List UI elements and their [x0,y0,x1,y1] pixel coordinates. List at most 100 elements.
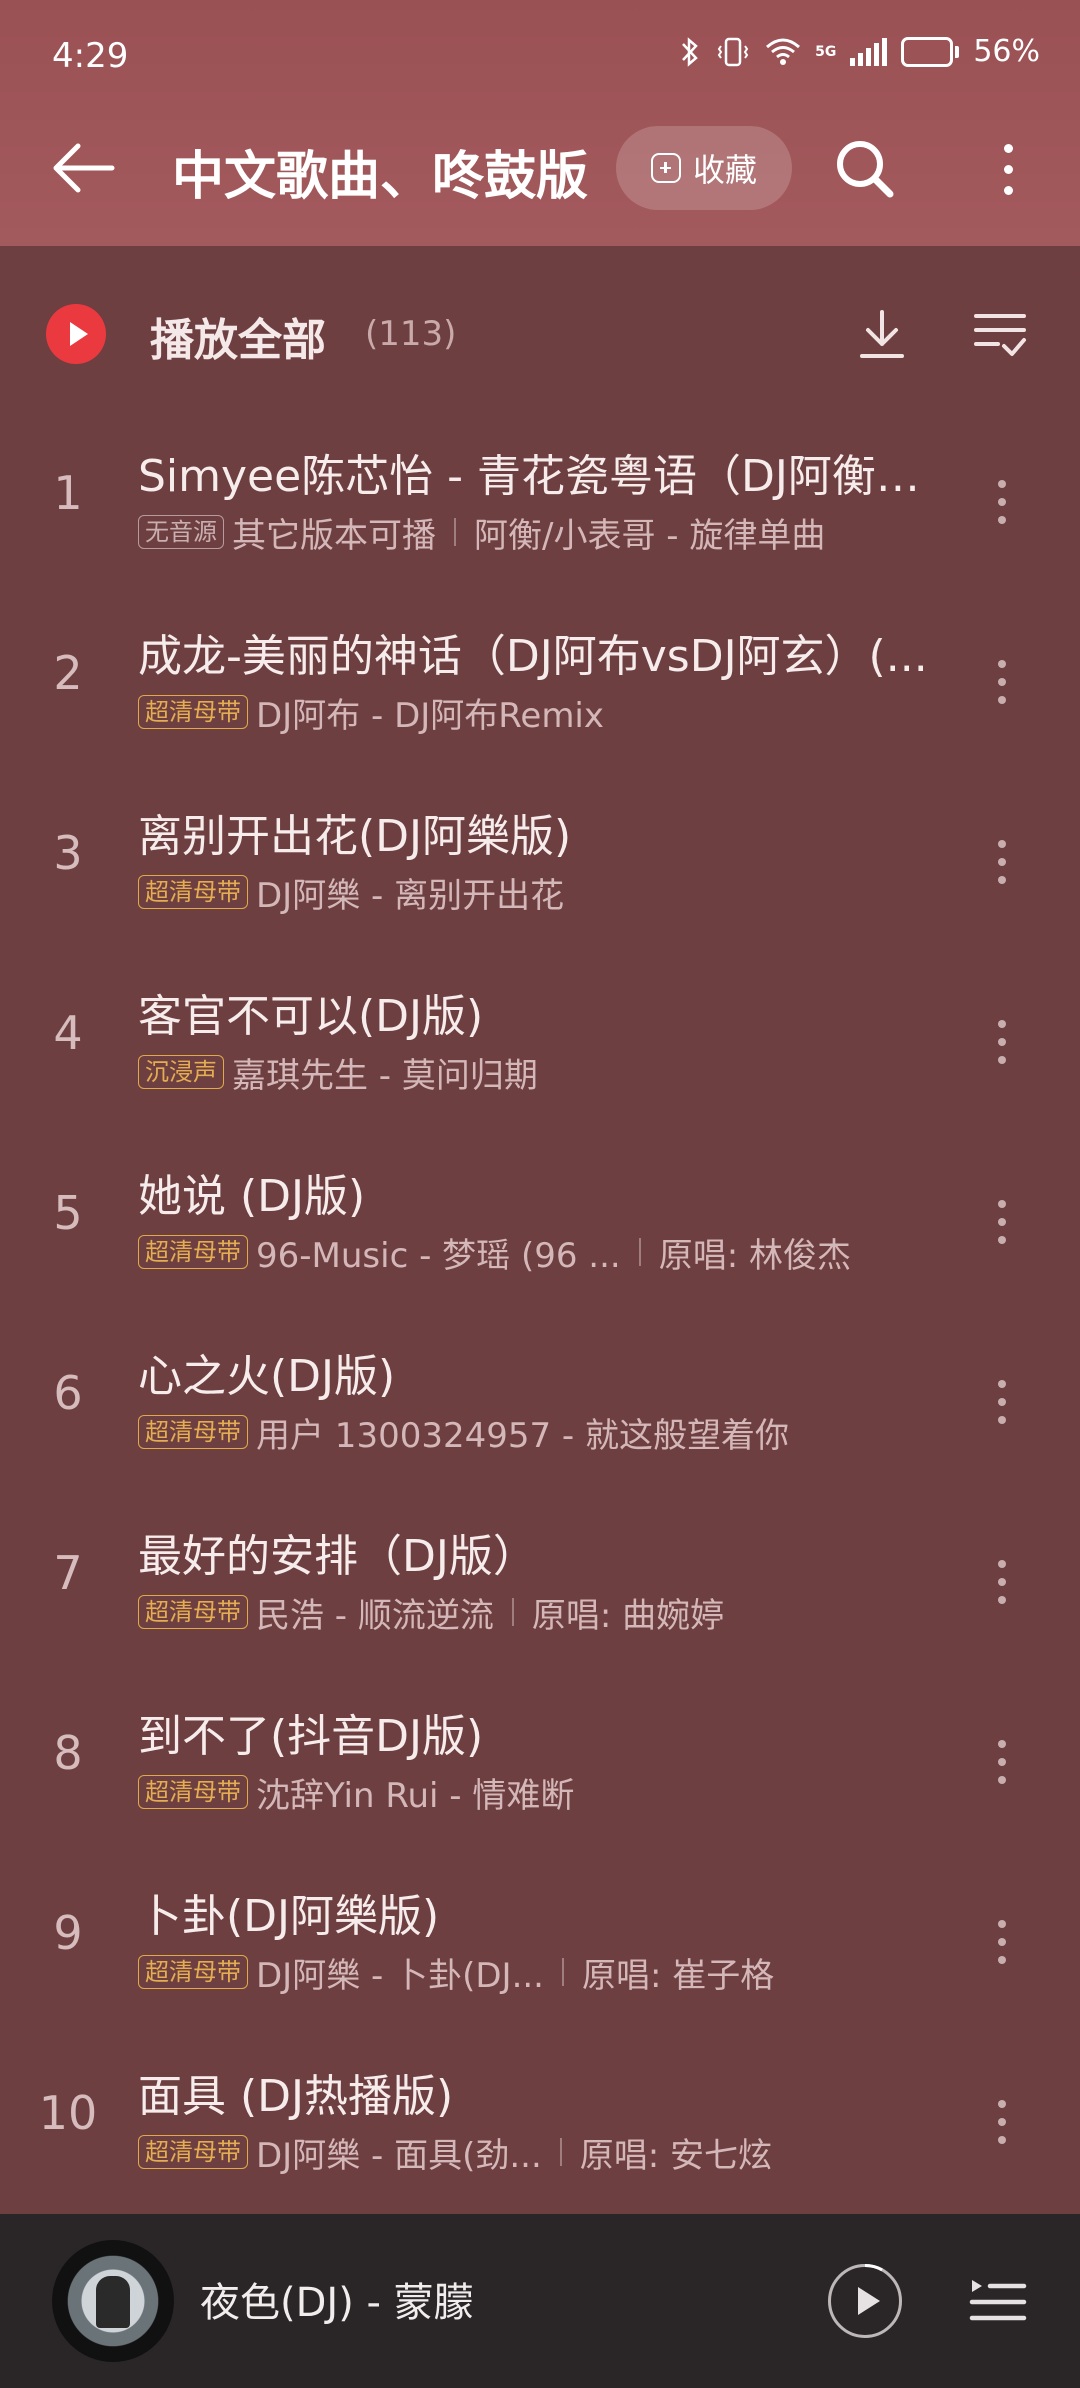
song-extra-info: 阿衡/小表哥 - 旋律单曲 [474,515,826,555]
song-row[interactable]: 3 离别开出花(DJ阿樂版) 超清母带 DJ阿樂 - 离别开出花 [0,772,1080,952]
song-extra-info: 原唱: 曲婉婷 [531,1595,725,1635]
song-title[interactable]: 卜卦(DJ阿樂版) [138,1880,938,1940]
song-row[interactable]: 10 面具 (DJ热播版) 超清母带 DJ阿樂 - 面具(劲... 原唱: 安七炫 [0,2032,1080,2212]
song-row[interactable]: 8 到不了(抖音DJ版) 超清母带 沈辞Yin Rui - 情难断 [0,1672,1080,1852]
artist-album: 其它版本可播 [232,515,436,555]
playback-progress-ring [828,2264,902,2338]
song-row[interactable]: 4 客官不可以(DJ版) 沉浸声 嘉琪先生 - 莫问归期 [0,952,1080,1132]
status-icons: 5G 56% [679,34,1040,69]
song-title[interactable]: 心之火(DJ版) [138,1340,938,1400]
song-title[interactable]: 离别开出花(DJ阿樂版) [138,800,938,860]
artist-album: 用户 1300324957 - 就这般望着你 [256,1415,790,1455]
song-more-icon[interactable] [984,1542,1020,1622]
quality-badge: 超清母带 [138,1415,248,1449]
meta-divider [562,1958,564,1986]
more-vertical-icon[interactable] [990,134,1026,204]
song-title[interactable]: 到不了(抖音DJ版) [138,1700,938,1760]
song-index: 5 [53,1186,83,1240]
quality-badge: 超清母带 [138,1235,248,1269]
status-bar: 4:29 5G 56% [0,0,1080,120]
song-title[interactable]: 成龙-美丽的神话（DJ阿布vsDJ阿玄）(... [138,620,938,680]
artist-album: 民浩 - 顺流逆流 [256,1595,494,1635]
song-meta: 超清母带 民浩 - 顺流逆流 原唱: 曲婉婷 [138,1590,938,1634]
battery-icon [901,36,960,67]
add-box-icon [650,153,681,183]
song-meta: 超清母带 DJ阿樂 - 离别开出花 [138,870,938,914]
mini-player[interactable]: 夜色(DJ) - 蒙朦 [0,2214,1080,2388]
song-list: 1 Simyee陈芯怡 - 青花瓷粤语（DJ阿衡R... 无音源 其它版本可播 阿衡/小… [0,412,1080,2212]
song-meta: 超清母带 沈辞Yin Rui - 情难断 [138,1770,938,1814]
song-row[interactable]: 6 心之火(DJ版) 超清母带 用户 1300324957 - 就这般望着你 [0,1312,1080,1492]
artist-album: 96-Music - 梦瑶 (96 ... [256,1235,621,1275]
wifi-icon [766,38,801,65]
song-row[interactable]: 5 她说 (DJ版) 超清母带 96-Music - 梦瑶 (96 ... 原唱: 林俊… [0,1132,1080,1312]
quality-badge: 无音源 [138,515,224,549]
artist-album: 嘉琪先生 - 莫问归期 [232,1055,538,1095]
song-index: 10 [38,2086,98,2140]
song-index: 2 [53,646,83,700]
playlist-panel: 播放全部 (113) 1 Simyee陈芯怡 - 青花瓷粤语（DJ阿衡R... 无音… [0,246,1080,2214]
song-meta: 超清母带 DJ阿樂 - 卜卦(DJ... 原唱: 崔子格 [138,1950,938,1994]
meta-divider [511,1598,514,1626]
artist-album: DJ阿樂 - 卜卦(DJ... [256,1955,544,1995]
album-art [96,2276,130,2328]
multi-select-icon[interactable] [972,308,1028,360]
song-title[interactable]: 她说 (DJ版) [138,1160,938,1220]
song-meta: 无音源 其它版本可播 阿衡/小表哥 - 旋律单曲 [138,510,938,554]
song-title[interactable]: 客官不可以(DJ版) [138,980,938,1040]
song-more-icon[interactable] [984,1902,1020,1982]
song-row[interactable]: 9 卜卦(DJ阿樂版) 超清母带 DJ阿樂 - 卜卦(DJ... 原唱: 崔子格 [0,1852,1080,2032]
song-index: 6 [53,1366,83,1420]
quality-badge: 超清母带 [138,2135,248,2169]
now-playing-title[interactable]: 夜色(DJ) - 蒙朦 [200,2270,474,2328]
meta-divider [638,1238,641,1266]
song-row[interactable]: 7 最好的安排（DJ版） 超清母带 民浩 - 顺流逆流 原唱: 曲婉婷 [0,1492,1080,1672]
playlist-queue-icon[interactable] [968,2270,1028,2330]
artist-album: DJ阿布 - DJ阿布Remix [256,695,605,735]
page-title: 中文歌曲、咚鼓版 [172,147,589,204]
song-title[interactable]: Simyee陈芯怡 - 青花瓷粤语（DJ阿衡R... [138,440,938,500]
song-index: 1 [53,466,83,520]
download-icon[interactable] [856,306,908,362]
quality-badge: 沉浸声 [138,1055,224,1089]
song-more-icon[interactable] [984,642,1020,722]
song-more-icon[interactable] [984,1722,1020,1802]
top-bar: 中文歌曲、咚鼓版 收藏 [0,120,1080,216]
artist-album: 沈辞Yin Rui - 情难断 [256,1775,575,1815]
song-title[interactable]: 面具 (DJ热播版) [138,2060,938,2120]
network-type-label: 5G [815,43,837,60]
song-meta: 超清母带 用户 1300324957 - 就这般望着你 [138,1410,938,1454]
song-count: (113) [365,314,457,354]
quality-badge: 超清母带 [138,695,248,729]
quality-badge: 超清母带 [138,1595,248,1629]
artist-album: DJ阿樂 - 离别开出花 [256,875,565,915]
song-more-icon[interactable] [984,1362,1020,1442]
play-all-icon[interactable] [46,304,106,364]
song-index: 4 [53,1006,83,1060]
meta-divider [454,518,456,546]
song-more-icon[interactable] [984,1002,1020,1082]
quality-badge: 超清母带 [138,1775,248,1809]
song-index: 8 [53,1726,83,1780]
collect-button[interactable]: 收藏 [616,126,792,210]
status-time: 4:29 [52,36,129,76]
song-more-icon[interactable] [984,2082,1020,2162]
play-all-label[interactable]: 播放全部 [150,304,326,368]
back-arrow-icon[interactable] [48,138,120,198]
song-index: 7 [53,1546,83,1600]
meta-divider [559,2138,562,2166]
song-meta: 超清母带 DJ阿樂 - 面具(劲... 原唱: 安七炫 [138,2130,938,2174]
battery-percent: 56% [973,34,1040,69]
search-icon[interactable] [830,134,900,204]
song-more-icon[interactable] [984,1182,1020,1262]
song-more-icon[interactable] [984,462,1020,542]
song-meta: 超清母带 96-Music - 梦瑶 (96 ... 原唱: 林俊杰 [138,1230,938,1274]
song-row[interactable]: 2 成龙-美丽的神话（DJ阿布vsDJ阿玄）(... 超清母带 DJ阿布 - DJ阿布… [0,592,1080,772]
collect-label: 收藏 [692,151,757,189]
song-title[interactable]: 最好的安排（DJ版） [138,1520,938,1580]
play-all-row[interactable]: 播放全部 (113) [0,246,1080,416]
signal-icon [850,37,888,66]
song-more-icon[interactable] [984,822,1020,902]
song-row[interactable]: 1 Simyee陈芯怡 - 青花瓷粤语（DJ阿衡R... 无音源 其它版本可播 阿衡/小… [0,412,1080,592]
album-disc[interactable] [52,2240,174,2362]
